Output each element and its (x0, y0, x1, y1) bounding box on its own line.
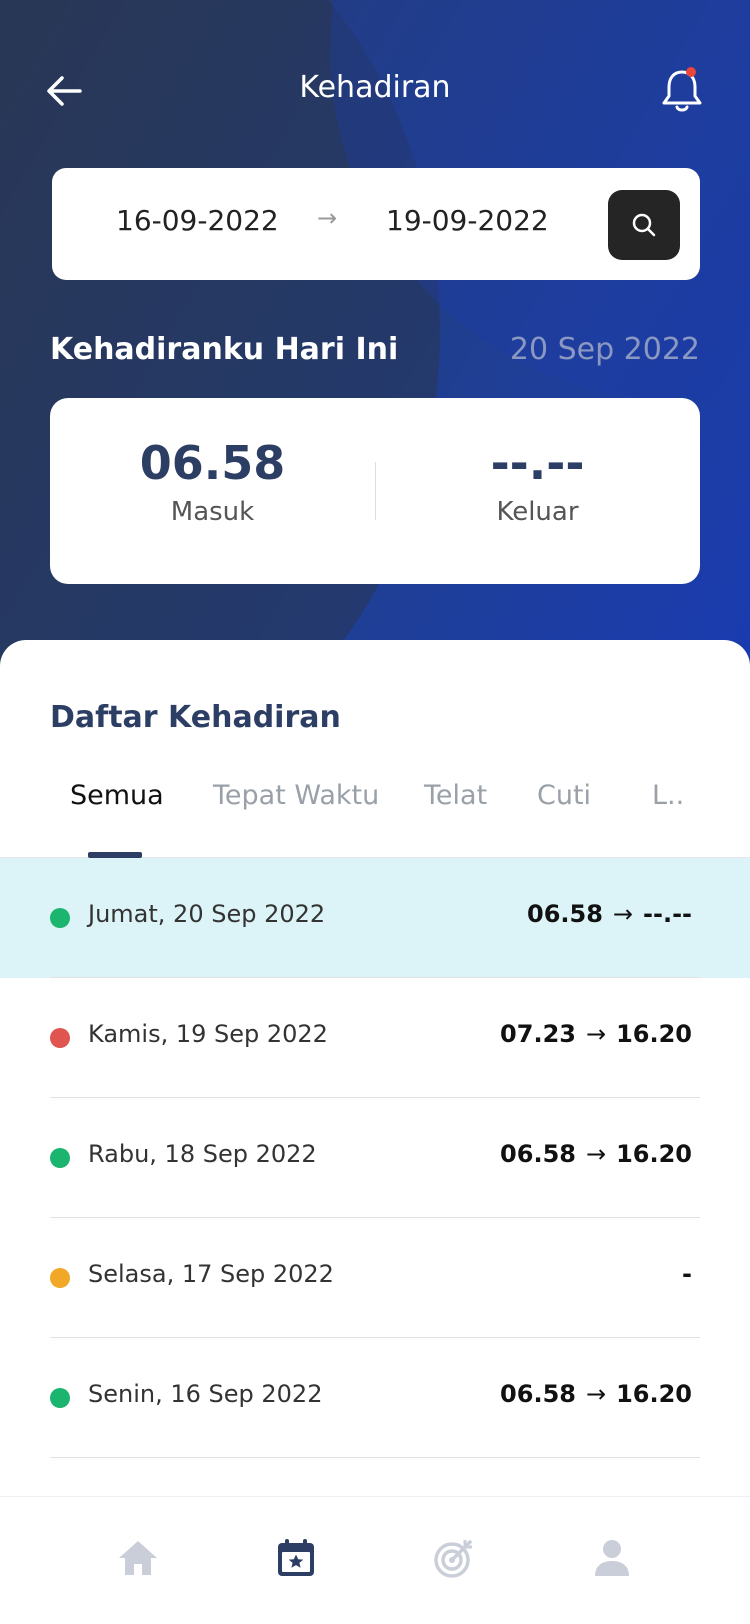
bell-icon (662, 67, 702, 112)
row-times: - (682, 1260, 692, 1288)
list-item[interactable]: Rabu, 18 Sep 2022 06.58 → 16.20 (0, 1098, 750, 1218)
row-arrow: → (585, 1020, 607, 1048)
row-in: 06.58 (500, 1140, 576, 1168)
status-dot (50, 1268, 70, 1288)
row-arrow: → (585, 1380, 607, 1408)
row-in: 06.58 (527, 900, 603, 928)
nav-home[interactable] (113, 1533, 163, 1583)
today-header: Kehadiranku Hari Ini 20 Sep 2022 (50, 332, 700, 372)
attendance-list: Jumat, 20 Sep 2022 06.58 → --.-- Kamis, 19… (0, 858, 750, 1458)
date-range-arrow: → (317, 204, 338, 232)
row-times: 06.58 → 16.20 (500, 1380, 692, 1408)
today-date: 20 Sep 2022 (509, 332, 700, 367)
row-arrow: → (585, 1140, 607, 1168)
list-item[interactable]: Kamis, 19 Sep 2022 07.23 → 16.20 (0, 978, 750, 1098)
page-title: Kehadiran (299, 70, 451, 105)
row-times: 06.58 → 16.20 (500, 1140, 692, 1168)
row-out: 16.20 (616, 1380, 692, 1408)
end-date-field[interactable]: 19-09-2022 (386, 204, 549, 237)
calendar-star-icon (278, 1539, 314, 1576)
nav-attendance[interactable] (271, 1533, 321, 1583)
nav-goals[interactable] (429, 1533, 479, 1583)
tab-cuti[interactable]: Cuti (537, 780, 591, 811)
list-item[interactable]: Senin, 16 Sep 2022 06.58 → 16.20 (0, 1338, 750, 1458)
today-attendance-card: 06.58 Masuk --.-- Keluar (50, 398, 700, 584)
nav-profile[interactable] (587, 1533, 637, 1583)
check-out-time: --.-- (490, 436, 585, 490)
status-dot (50, 1028, 70, 1048)
tab-tepat-waktu[interactable]: Tepat Waktu (213, 780, 379, 811)
row-times: 07.23 → 16.20 (500, 1020, 692, 1048)
row-in: 06.58 (500, 1380, 576, 1408)
search-button[interactable] (608, 190, 680, 260)
header-background: Kehadiran 16-09-2022 → 19-09-2022 Kehadi… (0, 0, 750, 680)
user-icon (595, 1540, 629, 1576)
check-in-label: Masuk (170, 496, 255, 527)
row-arrow: → (612, 900, 634, 928)
tab-telat[interactable]: Telat (424, 780, 487, 811)
check-in-time: 06.58 (139, 436, 286, 490)
search-icon (632, 213, 656, 237)
tab-more[interactable]: L.. (652, 780, 684, 811)
row-date: Jumat, 20 Sep 2022 (88, 900, 326, 928)
start-date-field[interactable]: 16-09-2022 (116, 204, 279, 237)
top-bar: Kehadiran (0, 50, 750, 130)
row-date: Rabu, 18 Sep 2022 (88, 1140, 317, 1168)
tab-semua[interactable]: Semua (70, 780, 164, 811)
row-date: Kamis, 19 Sep 2022 (88, 1020, 328, 1048)
list-item[interactable]: Jumat, 20 Sep 2022 06.58 → --.-- (0, 858, 750, 978)
target-icon (434, 1540, 472, 1578)
row-in: 07.23 (500, 1020, 576, 1048)
today-title: Kehadiranku Hari Ini (50, 332, 399, 367)
notification-button[interactable] (655, 64, 709, 118)
attendance-list-sheet: Daftar Kehadiran Semua Tepat Waktu Telat… (0, 640, 750, 1624)
status-dot (50, 908, 70, 928)
date-range-card: 16-09-2022 → 19-09-2022 (52, 168, 700, 280)
status-dot (50, 1148, 70, 1168)
check-out-block: --.-- Keluar (375, 438, 700, 527)
filter-tabs: Semua Tepat Waktu Telat Cuti L.. (0, 768, 750, 858)
check-out-label: Keluar (496, 496, 579, 527)
section-title: Daftar Kehadiran (50, 700, 341, 735)
row-times: 06.58 → --.-- (527, 900, 692, 928)
list-item[interactable]: Selasa, 17 Sep 2022 - (0, 1218, 750, 1338)
row-date: Selasa, 17 Sep 2022 (88, 1260, 334, 1288)
row-out: 16.20 (616, 1020, 692, 1048)
home-icon (119, 1541, 157, 1575)
status-dot (50, 1388, 70, 1408)
check-in-block: 06.58 Masuk (50, 438, 375, 527)
row-out: --.-- (643, 900, 692, 928)
bottom-navigation (0, 1496, 750, 1624)
row-date: Senin, 16 Sep 2022 (88, 1380, 323, 1408)
row-out: 16.20 (616, 1140, 692, 1168)
